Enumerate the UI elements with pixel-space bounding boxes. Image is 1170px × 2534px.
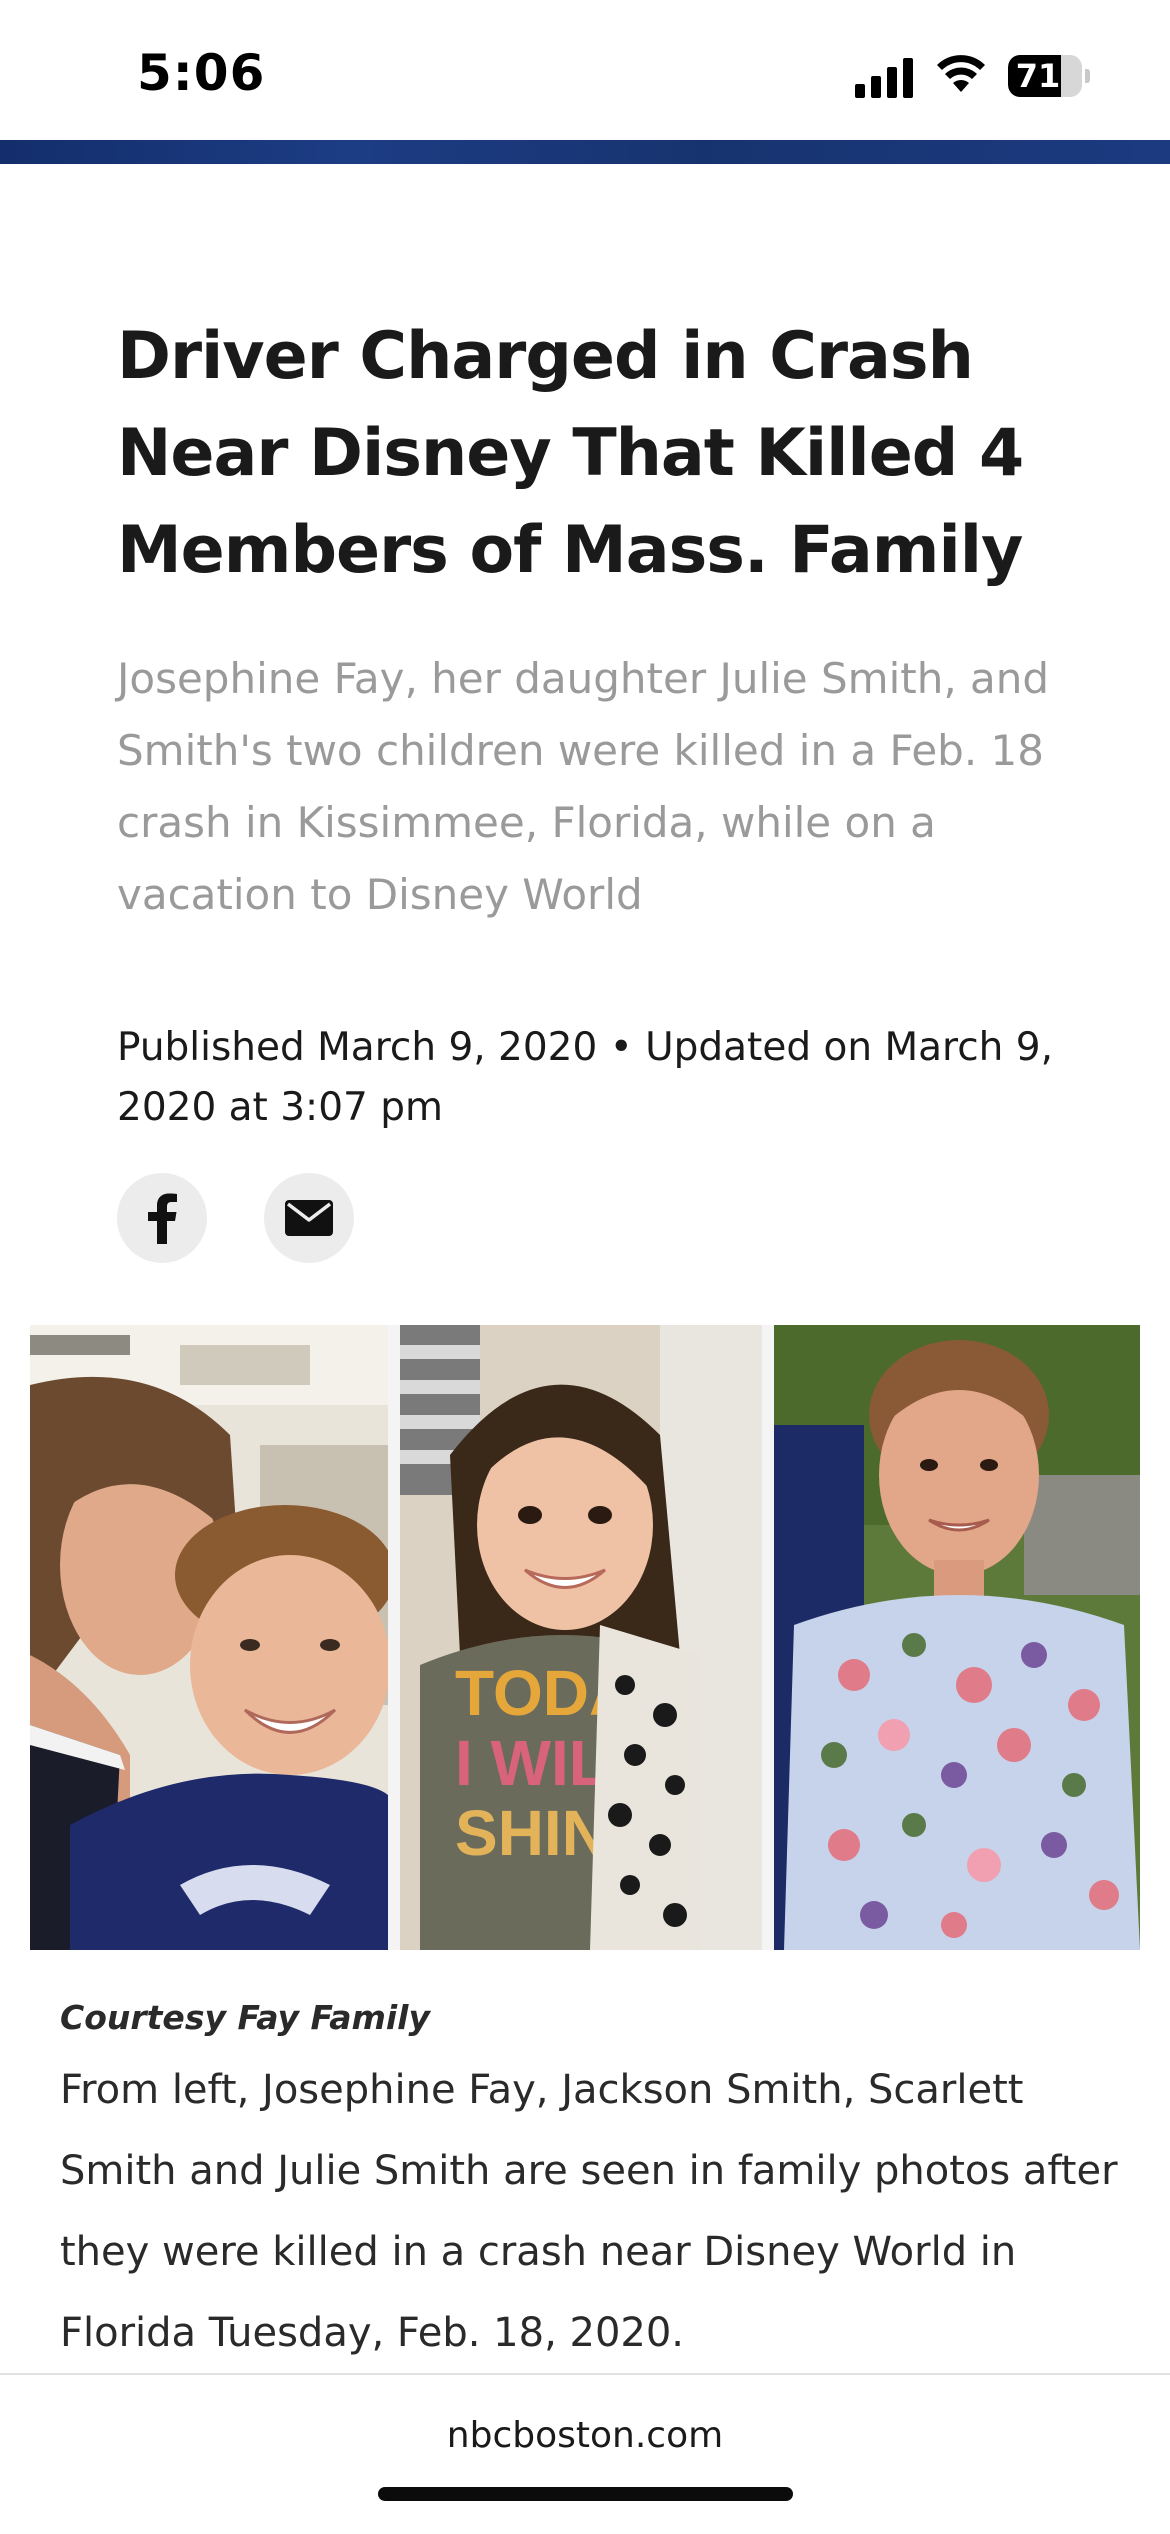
cellular-signal-icon (855, 58, 913, 98)
photo-caption: From left, Josephine Fay, Jackson Smith,… (60, 2067, 1118, 2356)
status-bar: 5:06 71 (0, 0, 1170, 140)
family-photo-girl: TODAY I WILL SHINE (400, 1325, 762, 1950)
photo-panel-right (774, 1325, 1140, 1950)
facebook-icon (148, 1193, 177, 1244)
battery-indicator: 71 (1008, 55, 1090, 97)
wifi-icon (937, 55, 985, 92)
article-byline: Published March 9, 2020 • Updated on Mar… (117, 1025, 1053, 1130)
article-headline: Driver Charged in Crash Near Disney That… (117, 319, 1024, 588)
family-photo-grandmother (774, 1325, 1140, 1950)
status-time: 5:06 (137, 44, 266, 102)
photo-credit: Courtesy Fay Family (60, 1998, 431, 2037)
browser-url-bar[interactable]: nbcboston.com (0, 2373, 1170, 2534)
share-facebook-button[interactable] (117, 1173, 207, 1263)
article-dek: Josephine Fay, her daughter Julie Smith,… (117, 654, 1050, 919)
home-indicator[interactable] (378, 2487, 793, 2501)
email-icon (285, 1200, 333, 1236)
share-email-button[interactable] (264, 1173, 354, 1263)
battery-level: 71 (1015, 57, 1061, 95)
battery-cap (1085, 69, 1090, 83)
photo-panel-left (30, 1325, 388, 1950)
photo-panel-middle: TODAY I WILL SHINE (400, 1325, 762, 1950)
family-photo-mother-son (30, 1325, 388, 1950)
article-photo[interactable]: TODAY I WILL SHINE (30, 1325, 1140, 1950)
url-text[interactable]: nbcboston.com (0, 2415, 1170, 2456)
site-header-strip (0, 140, 1170, 164)
battery-body: 71 (1008, 55, 1082, 97)
